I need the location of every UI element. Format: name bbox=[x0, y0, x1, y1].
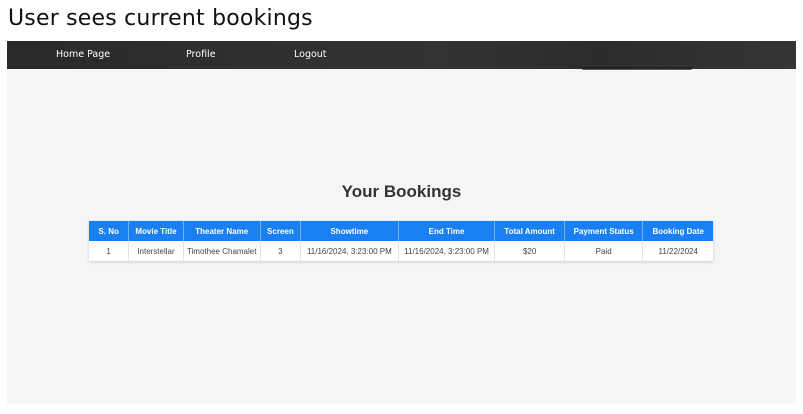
app-window: Home Page Profile Logout Your Bookings S… bbox=[7, 41, 796, 404]
page-title: Your Bookings bbox=[341, 182, 462, 201]
cell-theater-name: Timothee Chamalet bbox=[183, 241, 261, 261]
nav-logout-link[interactable]: Logout bbox=[294, 49, 327, 60]
cell-end-time: 11/16/2024, 3:23:00 PM bbox=[398, 241, 496, 261]
cell-payment-status: Paid bbox=[564, 241, 644, 261]
cell-movie-title: Interstellar bbox=[128, 241, 184, 261]
nav-home-link[interactable]: Home Page bbox=[56, 49, 110, 60]
bookings-table: S. No Movie Title Theater Name Screen Sh… bbox=[89, 221, 713, 261]
cell-screen: 3 bbox=[260, 241, 302, 261]
header-payment-status: Payment Status bbox=[564, 221, 644, 241]
header-sno: S. No bbox=[89, 221, 130, 241]
header-showtime: Showtime bbox=[300, 221, 399, 241]
table-header-row: S. No Movie Title Theater Name Screen Sh… bbox=[89, 221, 713, 241]
cell-total-amount: $20 bbox=[494, 241, 565, 261]
header-end-time: End Time bbox=[398, 221, 496, 241]
nav-profile-link[interactable]: Profile bbox=[186, 49, 216, 60]
cell-sno: 1 bbox=[89, 241, 130, 261]
table-row: 1 Interstellar Timothee Chamalet 3 11/16… bbox=[89, 241, 713, 261]
top-navbar: Home Page Profile Logout bbox=[7, 41, 796, 70]
header-movie-title: Movie Title bbox=[128, 221, 184, 241]
navbar-shadow-decoration bbox=[582, 67, 692, 70]
header-total-amount: Total Amount bbox=[494, 221, 565, 241]
cell-showtime: 11/16/2024, 3:23:00 PM bbox=[300, 241, 399, 261]
header-booking-date: Booking Date bbox=[642, 221, 713, 241]
slide-caption: User sees current bookings bbox=[8, 6, 313, 31]
cell-booking-date: 11/22/2024 bbox=[658, 246, 698, 256]
header-screen: Screen bbox=[260, 221, 302, 241]
header-theater-name: Theater Name bbox=[183, 221, 261, 241]
